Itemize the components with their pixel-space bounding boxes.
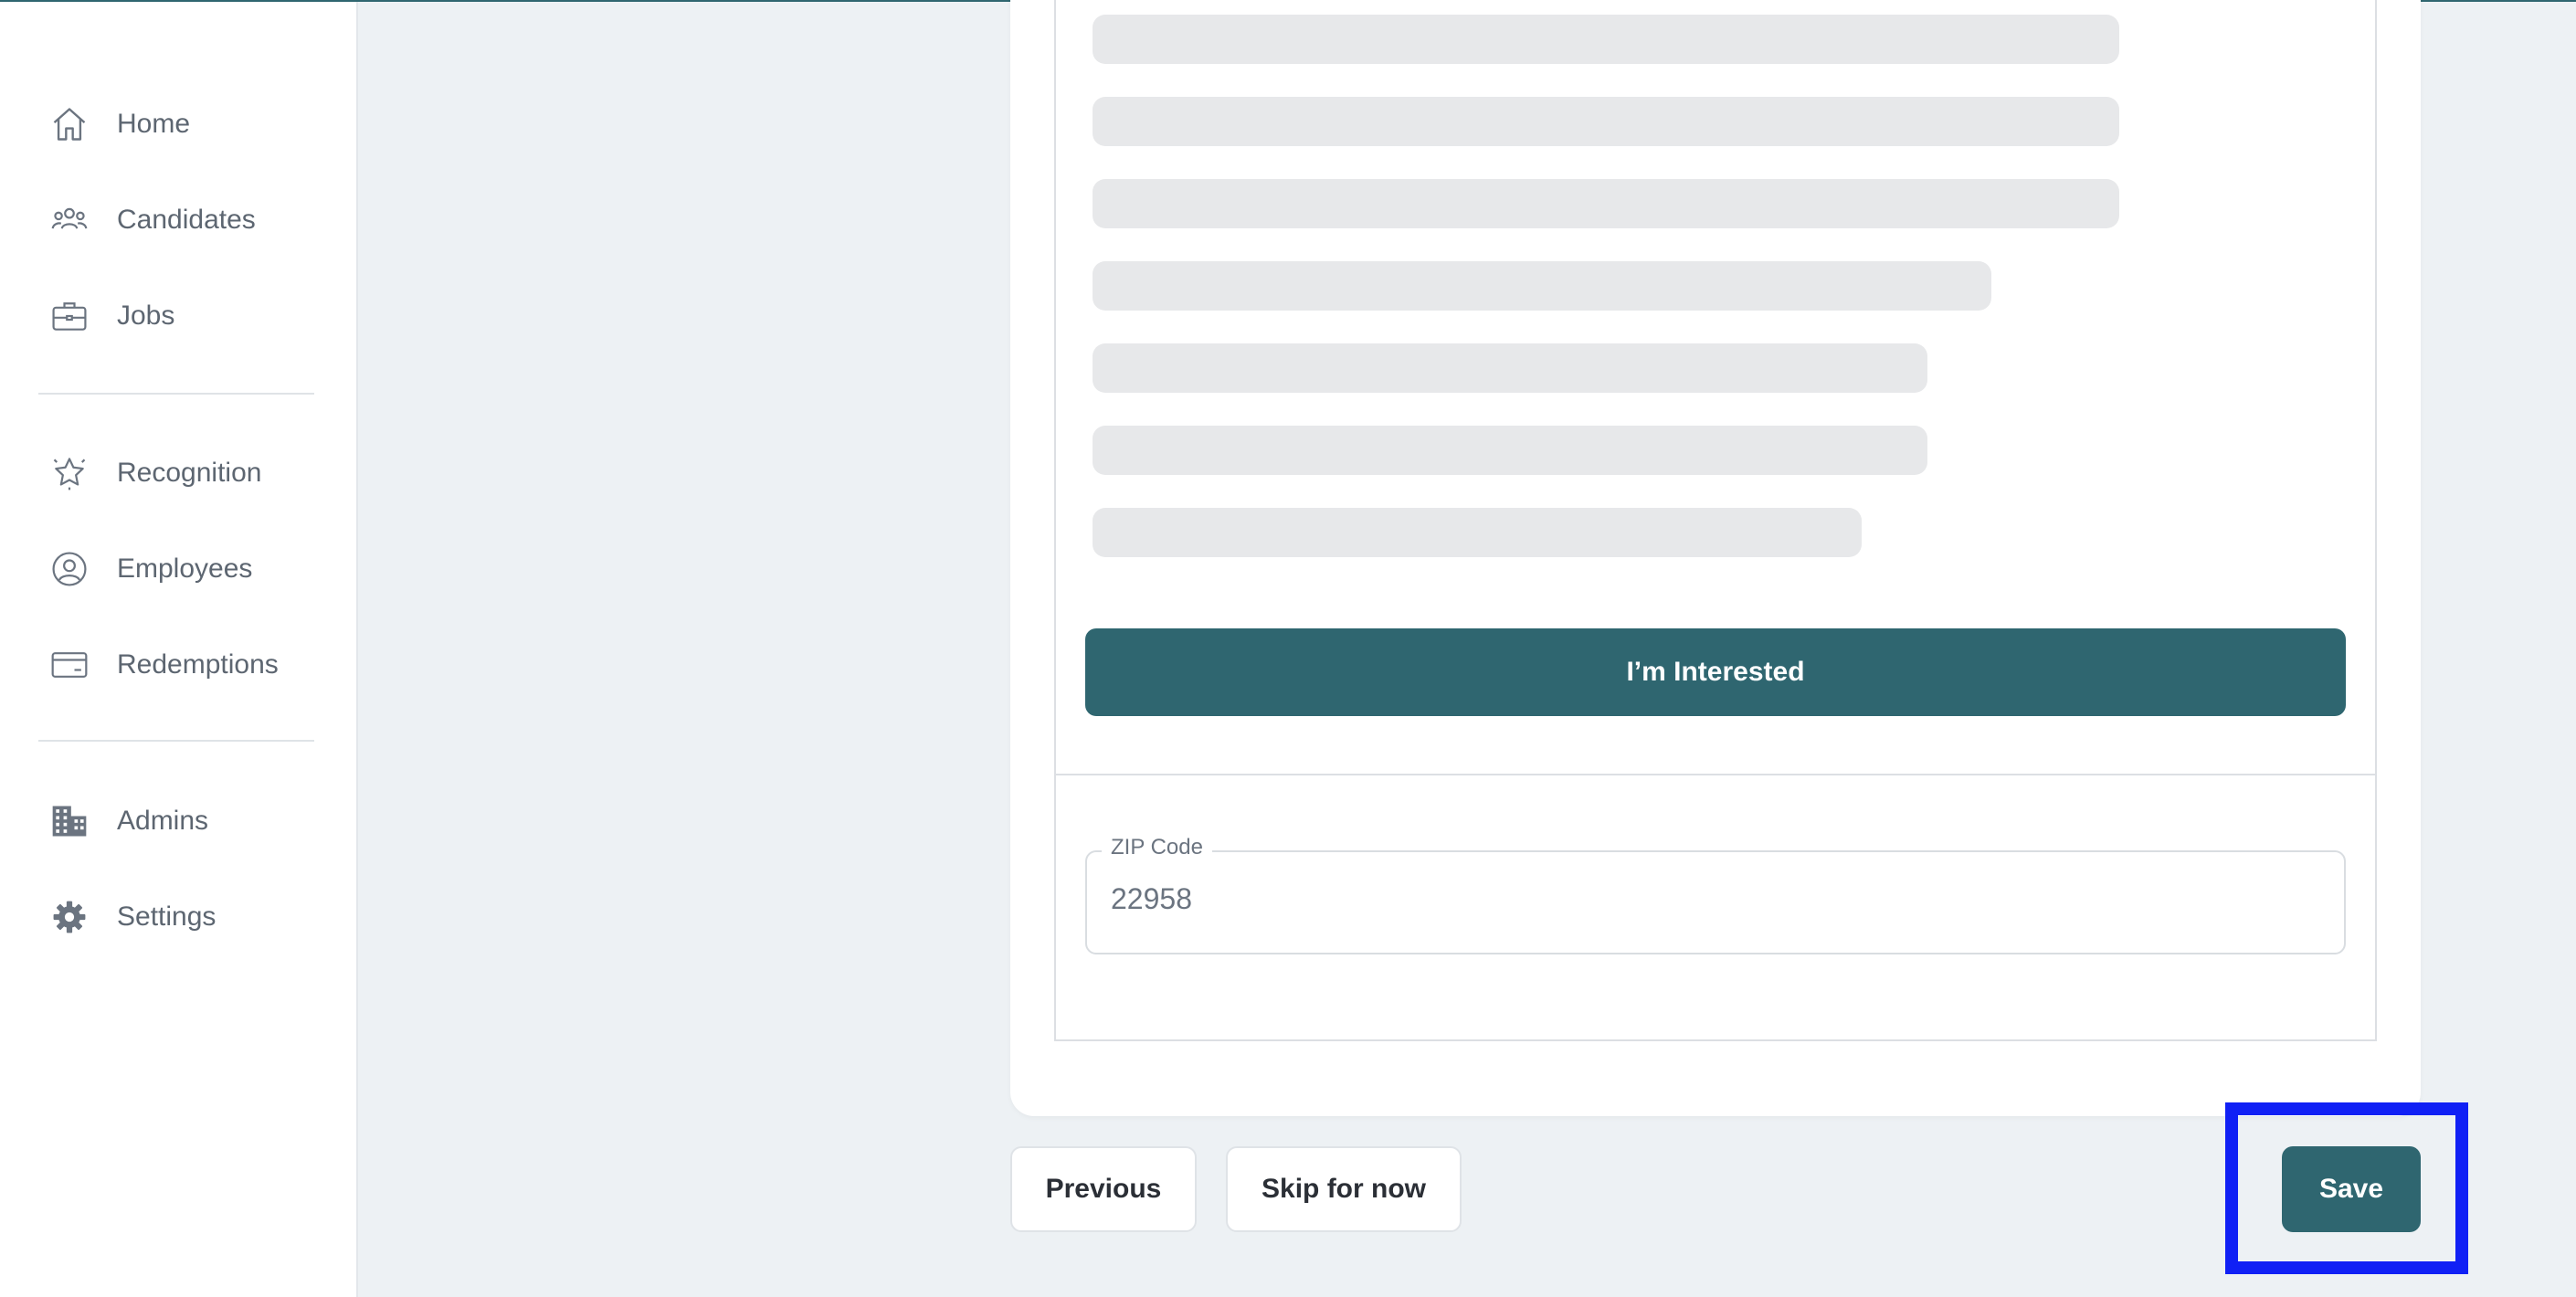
zip-code-field[interactable] (1085, 850, 2346, 954)
sidebar-item-admins[interactable]: Admins (48, 794, 340, 849)
gear-icon (48, 895, 91, 939)
sidebar-item-employees[interactable]: Employees (48, 542, 340, 596)
sidebar-item-label: Home (117, 109, 191, 139)
skeleton-line (1093, 15, 2119, 64)
sidebar-item-recognition[interactable]: Recognition (48, 446, 340, 501)
sidebar-item-label: Redemptions (117, 649, 279, 680)
previous-button[interactable]: Previous (1010, 1146, 1197, 1232)
sidebar-item-redemptions[interactable]: Redemptions (48, 638, 340, 692)
sidebar-item-label: Candidates (117, 205, 256, 235)
building-icon (48, 799, 91, 843)
skeleton-line (1093, 426, 1927, 475)
sidebar-item-candidates[interactable]: Candidates (48, 193, 340, 248)
im-interested-button[interactable]: I’m Interested (1085, 628, 2346, 716)
sidebar-divider (38, 740, 314, 742)
skeleton-line (1093, 343, 1927, 393)
skeleton-line (1093, 179, 2119, 228)
zip-code-label: ZIP Code (1102, 835, 1212, 860)
sidebar-divider (38, 393, 314, 395)
panel-divider (1054, 774, 2377, 775)
skeleton-line (1093, 508, 1862, 557)
sidebar-item-settings[interactable]: Settings (48, 890, 340, 944)
skip-for-now-button[interactable]: Skip for now (1226, 1146, 1462, 1232)
star-badge-icon (48, 451, 91, 495)
zip-code-value: 22958 (1111, 882, 1192, 915)
sidebar-item-label: Recognition (117, 458, 262, 488)
home-icon (48, 102, 91, 146)
sidebar: Home Candidates Jobs Recognition Employe… (0, 2, 358, 1297)
sidebar-item-label: Jobs (117, 301, 175, 331)
skeleton-line (1093, 97, 2119, 146)
sidebar-item-label: Settings (117, 902, 216, 932)
save-highlight-box (2225, 1102, 2468, 1274)
sidebar-item-home[interactable]: Home (48, 97, 340, 152)
people-icon (48, 198, 91, 242)
sidebar-item-label: Admins (117, 806, 209, 836)
briefcase-icon (48, 294, 91, 338)
skeleton-line (1093, 261, 1991, 311)
sidebar-item-jobs[interactable]: Jobs (48, 289, 340, 343)
user-circle-icon (48, 547, 91, 591)
credit-card-icon (48, 643, 91, 687)
sidebar-item-label: Employees (117, 554, 253, 584)
